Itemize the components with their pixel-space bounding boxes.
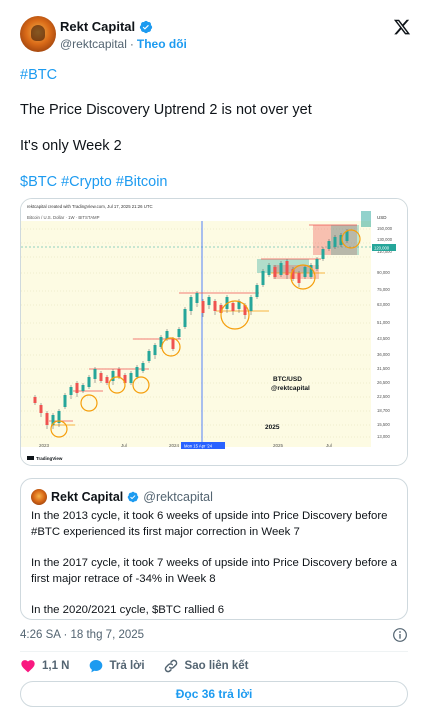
chart-label-pair: BTC/USD [273, 376, 302, 383]
chart-image: rektcapital created with TradingView.com… [21, 199, 407, 465]
y-tick: 43,500 [377, 336, 390, 341]
copy-link-label: Sao liên kết [184, 660, 249, 672]
like-button[interactable]: 1,1 N [20, 658, 70, 674]
chart-label-year: 2025 [265, 424, 280, 431]
chart-credit: rektcapital created with TradingView.com… [27, 204, 153, 209]
quoted-author-name: Rekt Capital [51, 490, 124, 504]
y-tick: 26,500 [377, 380, 390, 385]
verified-badge-icon [128, 491, 139, 503]
quoted-paragraph: In the 2013 cycle, it took 6 weeks of up… [31, 510, 388, 538]
y-tick: 150,000 [377, 226, 393, 231]
verified-badge-icon [140, 20, 153, 33]
y-tick: 22,500 [377, 394, 390, 399]
tweet-timestamp[interactable]: 4:26 SA · 18 thg 7, 2025 [20, 629, 144, 641]
tradingview-logo-icon [27, 456, 34, 460]
separator-dot: · [129, 37, 134, 51]
y-tick: 90,000 [377, 270, 390, 275]
y-tick: 13,000 [377, 434, 390, 439]
y-tick: 31,500 [377, 366, 390, 371]
quoted-paragraph: In the 2020/2021 cycle, $BTC rallied 6 [31, 604, 225, 616]
author-name-row: Rekt Capital [60, 19, 153, 34]
divider [20, 651, 408, 652]
quoted-tweet[interactable]: Rekt Capital @rektcapital In the 2013 cy… [20, 478, 408, 620]
x-tick: 2024 [169, 443, 180, 448]
y-tick: 130,000 [377, 237, 393, 242]
heart-icon [21, 660, 35, 673]
tweet-media-chart[interactable]: rektcapital created with TradingView.com… [20, 198, 408, 466]
author-handle-row: @rektcapital · Theo dõi [60, 37, 187, 51]
tweet-header: Rekt Capital @rektcapital · Theo dõi [20, 16, 415, 56]
action-bar: 1,1 N Trả lời Sao liên kết [20, 657, 266, 675]
quoted-paragraph: In the 2017 cycle, it took 7 weeks of up… [31, 557, 397, 585]
tradingview-logo: TradingView [36, 456, 63, 461]
y-tick: 63,000 [377, 302, 390, 307]
avatar[interactable] [20, 16, 56, 52]
y-tick: 15,500 [377, 422, 390, 427]
quoted-tweet-header: Rekt Capital @rektcapital [31, 489, 213, 505]
quoted-tweet-body: In the 2013 cycle, it took 6 weeks of up… [31, 509, 401, 635]
author-handle[interactable]: @rektcapital [60, 37, 127, 51]
hashtag-btc[interactable]: #BTC [20, 66, 57, 85]
read-replies-button[interactable]: Đọc 36 trả lời [20, 681, 408, 707]
x-tick: 2023 [39, 443, 50, 448]
reply-label: Trả lời [109, 660, 145, 672]
tweet-line-3: It's only Week 2 [20, 138, 122, 154]
author-name[interactable]: Rekt Capital [60, 19, 135, 34]
info-icon[interactable] [392, 627, 408, 643]
x-tick: Jul [121, 443, 127, 448]
quoted-author-handle: @rektcapital [143, 490, 213, 504]
chart-axis-currency: USD [377, 215, 387, 220]
chart-symbol: Bitcoin / U.S. Dollar · 1W · BITSTAMP [27, 215, 100, 220]
copy-link-button[interactable]: Sao liên kết [163, 658, 249, 674]
y-tick: 51,000 [377, 320, 390, 325]
reply-button[interactable]: Trả lời [88, 658, 145, 674]
chart-label-author: @rektcapital [271, 385, 310, 392]
crosshair-date: Mon 15 Apr '24 [184, 444, 213, 449]
y-tick: 75,000 [377, 287, 390, 292]
quoted-avatar [31, 489, 47, 505]
price-tag: 120,000 [374, 246, 390, 251]
x-tick: Jul [326, 443, 332, 448]
y-tick: 18,700 [377, 408, 390, 413]
follow-button[interactable]: Theo dõi [137, 37, 187, 51]
link-icon [164, 659, 177, 673]
x-logo-icon[interactable] [393, 18, 411, 36]
like-count: 1,1 N [42, 660, 70, 672]
y-tick: 36,000 [377, 352, 390, 357]
reply-bubble-icon [89, 660, 102, 673]
tweet-line-2: The Price Discovery Uptrend 2 is not ove… [20, 102, 312, 118]
tweet-hashtags[interactable]: $BTC #Crypto #Bitcoin [20, 173, 167, 192]
x-tick: 2025 [273, 443, 284, 448]
